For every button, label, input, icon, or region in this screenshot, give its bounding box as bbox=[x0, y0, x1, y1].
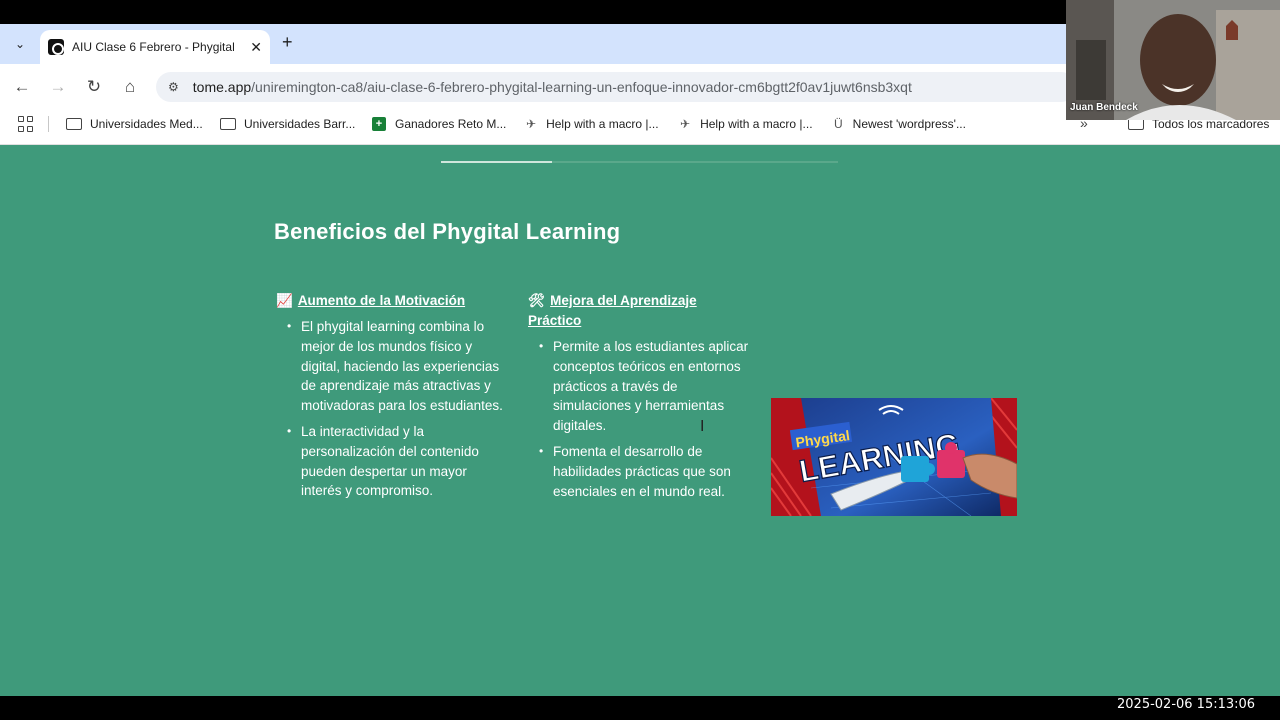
sheets-icon: + bbox=[372, 117, 386, 131]
tab-search-icon[interactable]: ⌄ bbox=[8, 32, 32, 56]
red-puzzle-piece bbox=[937, 450, 965, 478]
forward-button[interactable]: → bbox=[48, 76, 68, 98]
text-cursor-icon: I bbox=[700, 418, 705, 435]
slide-title: Beneficios del Phygital Learning bbox=[274, 219, 621, 244]
url-text[interactable]: tome.app/uniremington-ca8/aiu-clase-6-fe… bbox=[193, 79, 912, 95]
site-info-icon[interactable]: ⚙ bbox=[168, 80, 179, 94]
recording-bar bbox=[0, 696, 1280, 720]
column-heading: 📈 Aumento de la Motivación bbox=[276, 291, 506, 311]
folder-icon bbox=[66, 118, 82, 130]
bullet-item: Permite a los estudiantes aplicar concep… bbox=[528, 337, 750, 436]
url-path: /uniremington-ca8/aiu-clase-6-febrero-ph… bbox=[251, 79, 912, 95]
bookmark-label: Universidades Med... bbox=[90, 117, 203, 131]
address-bar[interactable]: ⚙ tome.app/uniremington-ca8/aiu-clase-6-… bbox=[156, 72, 1076, 102]
bookmark-label: Newest 'wordpress'... bbox=[852, 117, 966, 131]
bookmark-label: Ganadores Reto M... bbox=[395, 117, 507, 131]
benefit-column-practical: 🛠Mejora del Aprendizaje Práctico Permite… bbox=[528, 291, 750, 507]
tome-favicon-icon bbox=[48, 39, 64, 55]
site-icon: Ü bbox=[834, 117, 843, 131]
heading-text: Mejora del Aprendizaje Práctico bbox=[528, 293, 697, 328]
reload-button[interactable]: ↻ bbox=[84, 76, 104, 98]
folder-icon bbox=[220, 118, 236, 130]
slide-progress-fill bbox=[441, 161, 552, 163]
bullet-item: El phygital learning combina lo mejor de… bbox=[276, 317, 506, 416]
home-button[interactable]: ⌂ bbox=[120, 76, 140, 98]
url-host: tome.app bbox=[192, 79, 252, 95]
bookmark-label: Universidades Barr... bbox=[244, 117, 356, 131]
active-tab[interactable]: AIU Clase 6 Febrero - Phygital L ✕ bbox=[40, 30, 270, 64]
bullet-list: Permite a los estudiantes aplicar concep… bbox=[528, 337, 750, 501]
bookmark-item[interactable]: + Ganadores Reto M... bbox=[372, 114, 506, 134]
bullet-item: Fomenta el desarrollo de habilidades prá… bbox=[528, 442, 750, 501]
chart-increasing-icon: 📈 bbox=[276, 293, 293, 308]
bookmark-label: Help with a macro |... bbox=[546, 117, 659, 131]
recording-timestamp: 2025-02-06 15:13:06 bbox=[1117, 697, 1256, 712]
column-heading: 🛠 Mejora del Aprendizaje Práctico bbox=[528, 291, 750, 331]
close-tab-icon[interactable]: ✕ bbox=[250, 39, 262, 56]
site-icon: ✈ bbox=[526, 117, 537, 131]
new-tab-button[interactable]: + bbox=[282, 32, 293, 53]
bookmark-item[interactable]: Universidades Med... bbox=[66, 114, 203, 134]
bookmark-item[interactable]: Universidades Barr... bbox=[220, 114, 355, 134]
back-button[interactable]: ← bbox=[12, 76, 32, 98]
bullet-list: El phygital learning combina lo mejor de… bbox=[276, 317, 506, 501]
bookmark-label: Help with a macro |... bbox=[700, 117, 813, 131]
bookmark-item[interactable]: Ü Newest 'wordpress'... bbox=[834, 114, 966, 134]
site-icon: ✈ bbox=[680, 117, 691, 131]
bookmarks-divider bbox=[48, 116, 49, 132]
bullet-item: La interactividad y la personalización d… bbox=[276, 422, 506, 501]
apps-grid-icon[interactable] bbox=[18, 116, 34, 132]
bookmark-item[interactable]: ✈ Help with a macro |... bbox=[526, 114, 659, 134]
bookmark-item[interactable]: ✈ Help with a macro |... bbox=[680, 114, 813, 134]
phygital-learning-image: Phygital LEARNING bbox=[771, 398, 1017, 516]
tab-title: AIU Clase 6 Febrero - Phygital L bbox=[72, 40, 237, 54]
phygital-learning-illustration: Phygital LEARNING bbox=[771, 398, 1017, 516]
hammer-wrench-icon: 🛠 bbox=[528, 293, 546, 308]
participant-name: Juan Bendeck bbox=[1070, 102, 1138, 113]
heading-text: Aumento de la Motivación bbox=[297, 293, 466, 308]
benefit-column-motivation: 📈 Aumento de la Motivación El phygital le… bbox=[276, 291, 506, 507]
